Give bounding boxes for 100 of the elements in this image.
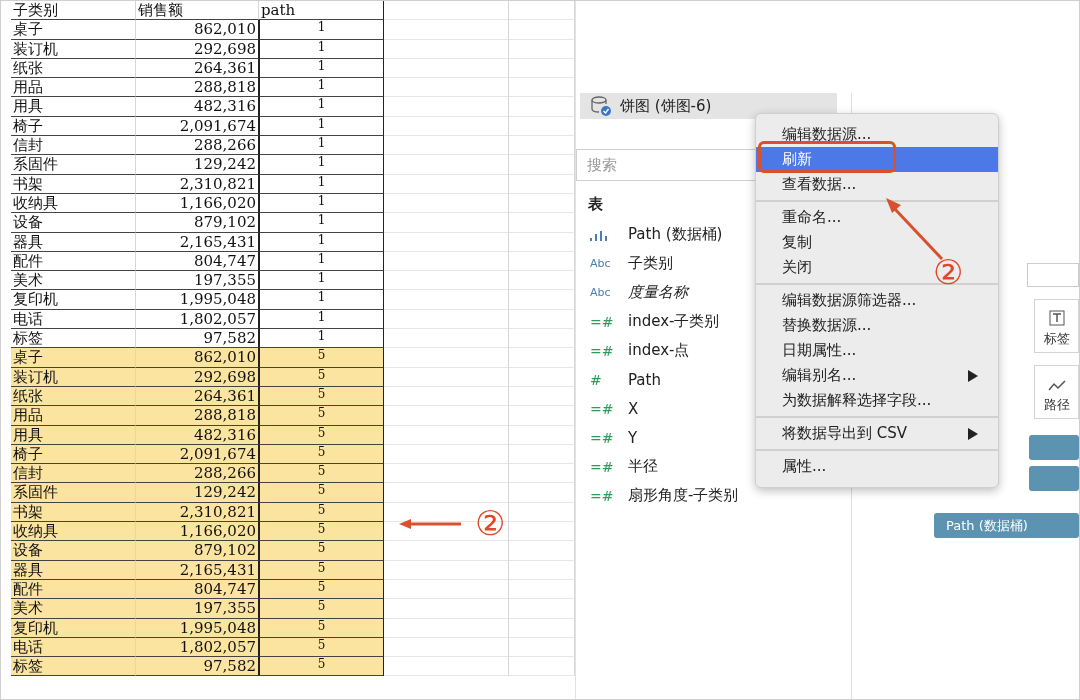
table-cell: 1	[259, 174, 384, 194]
line-icon	[1047, 380, 1066, 392]
table-cell: 5	[259, 618, 384, 638]
menu-item[interactable]: 刷新	[756, 147, 998, 172]
table-cell: 5	[259, 599, 384, 619]
table-cell: 292,698	[136, 367, 259, 387]
table-cell: 纸张	[11, 58, 136, 79]
column-header: 销售额	[136, 1, 259, 21]
table-cell: 197,355	[136, 271, 259, 291]
menu-item[interactable]: 重命名...	[756, 205, 862, 230]
table-cell: 书架	[11, 502, 136, 522]
type-icon: =#	[590, 400, 628, 417]
table-cell: 288,818	[136, 406, 259, 426]
type-icon: =#	[590, 458, 628, 475]
table-cell: 设备	[11, 213, 136, 233]
shelf-pill[interactable]	[1029, 435, 1079, 460]
menu-item[interactable]: 编辑数据源筛选器...	[756, 288, 937, 313]
table-cell: 用具	[11, 97, 136, 117]
bar-chart-icon	[590, 228, 608, 241]
table-cell: 1	[259, 271, 384, 291]
menu-item[interactable]: 复制	[756, 230, 832, 255]
table-cell: 1,166,020	[136, 522, 259, 542]
field-name: index-点	[628, 341, 690, 360]
menu-item[interactable]: 关闭	[756, 255, 832, 280]
table-cell: 264,361	[136, 58, 259, 79]
table-cell: 装订机	[11, 39, 136, 59]
table-cell: 5	[259, 464, 384, 484]
menu-item[interactable]: 编辑别名...	[756, 363, 998, 388]
type-icon: =#	[590, 342, 628, 359]
menu-item[interactable]: 日期属性...	[756, 338, 877, 363]
table-cell: 862,010	[136, 20, 259, 40]
column-header: 子类别	[11, 1, 136, 21]
table-cell: 装订机	[11, 367, 136, 387]
table-cell: 5	[259, 386, 384, 407]
table-cell: 配件	[11, 579, 136, 600]
table-cell: 1	[259, 329, 384, 349]
table-cell: 482,316	[136, 97, 259, 117]
field-name: X	[628, 399, 639, 418]
type-icon: =#	[590, 487, 628, 504]
table-cell: 879,102	[136, 541, 259, 561]
table-cell: 美术	[11, 599, 136, 619]
mark-type-button[interactable]: 路径	[1034, 365, 1079, 419]
table-cell: 288,266	[136, 136, 259, 156]
table-cell: 5	[259, 367, 384, 387]
table-cell: 5	[259, 425, 384, 445]
type-icon: =#	[590, 429, 628, 446]
table-cell: 美术	[11, 271, 136, 291]
table-cell: 97,582	[136, 657, 259, 677]
datasource-item[interactable]: 饼图 (饼图-6)	[580, 93, 837, 119]
table-cell: 129,242	[136, 155, 259, 175]
table-cell: 桌子	[11, 348, 136, 368]
table-cell: 1,166,020	[136, 193, 259, 214]
mark-type-button[interactable]: 标签	[1034, 299, 1079, 353]
shelf-pill[interactable]	[1029, 466, 1079, 491]
step-number: ②	[475, 506, 506, 540]
menu-item[interactable]: 将数据导出到 CSV	[756, 421, 998, 446]
menu-item[interactable]: 属性...	[756, 454, 847, 479]
table-cell: 1	[259, 136, 384, 156]
table-cell: 804,747	[136, 579, 259, 600]
menu-item[interactable]: 为数据解释选择字段...	[756, 388, 952, 413]
menu-item[interactable]: 替换数据源...	[756, 313, 892, 338]
table-cell: 复印机	[11, 290, 136, 310]
table-cell: 5	[259, 406, 384, 426]
table-cell: 5	[259, 541, 384, 561]
table-cell: 系固件	[11, 483, 136, 503]
table-cell: 椅子	[11, 444, 136, 465]
table-cell: 用具	[11, 425, 136, 445]
type-icon: =#	[590, 313, 628, 330]
table-cell: 97,582	[136, 329, 259, 349]
table-cell: 1,802,057	[136, 309, 259, 330]
table-cell: 862,010	[136, 348, 259, 368]
table-cell: 5	[259, 657, 384, 677]
table-cell: 5	[259, 502, 384, 522]
dropdown[interactable]	[1027, 263, 1079, 287]
table-cell: 设备	[11, 541, 136, 561]
table-cell: 信封	[11, 136, 136, 156]
menu-item[interactable]: 编辑数据源...	[756, 122, 892, 147]
table-cell: 482,316	[136, 425, 259, 445]
table-cell: 2,165,431	[136, 560, 259, 580]
table-cell: 129,242	[136, 483, 259, 503]
field-name: Path	[628, 370, 661, 389]
database-icon	[590, 95, 612, 117]
field-name: 扇形角度-子类别	[628, 486, 739, 505]
table-cell: 信封	[11, 464, 136, 484]
table-cell: 5	[259, 444, 384, 465]
table-cell: 264,361	[136, 386, 259, 407]
field-item[interactable]: =# 扇形角度-子类别	[576, 481, 851, 510]
table-cell: 288,818	[136, 78, 259, 98]
table-cell: 5	[259, 483, 384, 503]
annotation-arrow	[399, 519, 461, 529]
table-cell: 1	[259, 97, 384, 117]
table-cell: 288,266	[136, 464, 259, 484]
table-cell: 配件	[11, 251, 136, 272]
table-cell: 器具	[11, 232, 136, 252]
table-cell: 收纳具	[11, 522, 136, 542]
submenu-arrow-icon	[968, 427, 978, 440]
table-cell: 收纳具	[11, 193, 136, 214]
table-cell: 292,698	[136, 39, 259, 59]
table-cell: 复印机	[11, 618, 136, 638]
table-cell: 5	[259, 579, 384, 600]
